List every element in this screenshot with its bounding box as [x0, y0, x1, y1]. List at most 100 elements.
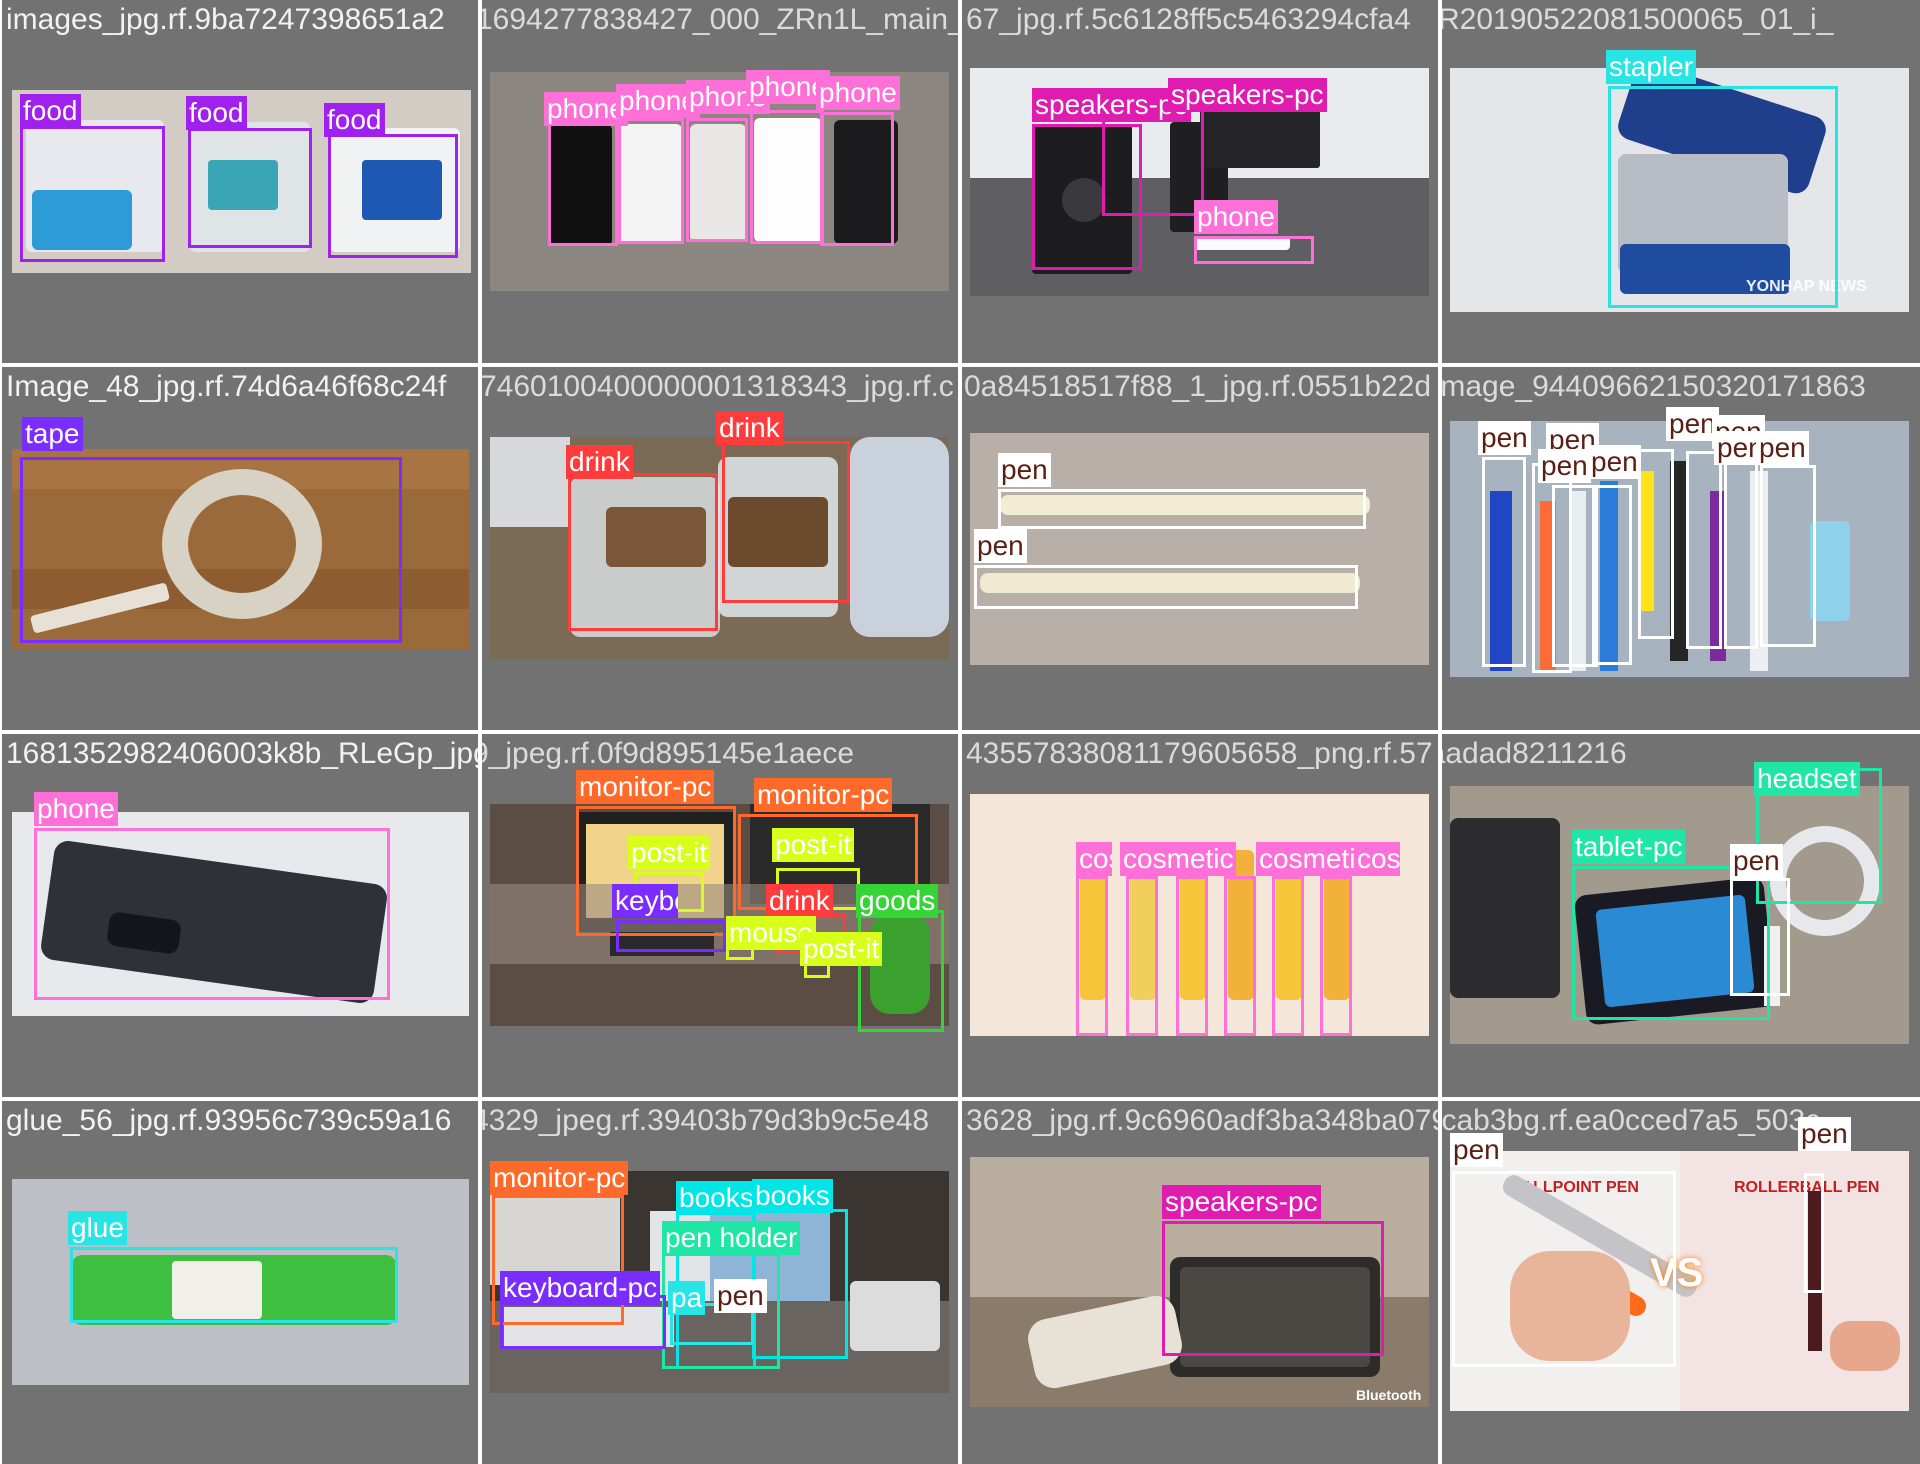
tile-9-title: 1681352982406003k8b_RLeGp_jpg.rf. [6, 737, 478, 770]
bbox [1804, 1173, 1824, 1293]
tile-13-title: glue_56_jpg.rf.93956c739c59a16 [6, 1104, 452, 1137]
bbox-label: post-it [772, 828, 855, 862]
bbox [616, 920, 726, 952]
tile-4: YONHAP NEWS stapler AKR20190522081500065… [1442, 0, 1920, 363]
bbox-label: drink [716, 411, 783, 445]
tile-9: phone 1681352982406003k8b_RLeGp_jpg.rf. [2, 734, 478, 1097]
bbox-label: goods [856, 884, 939, 918]
bbox [188, 128, 312, 248]
tile-13: glue glue_56_jpg.rf.93956c739c59a16 [2, 1101, 478, 1464]
bbox-label: pen [1478, 421, 1531, 455]
tile-8-title: Image_94409662150320171863 [1442, 370, 1866, 403]
tile-14: monitor-pc books books pen holder keyboa… [482, 1101, 958, 1464]
bbox [1638, 449, 1674, 639]
bbox [750, 110, 824, 244]
bbox-label: keyboard [612, 884, 678, 918]
bbox-label: pen [1450, 1133, 1503, 1167]
tile-1: food food food images_jpg.rf.9ba72473986… [2, 0, 478, 363]
bbox-label: monitor-pc [490, 1161, 629, 1195]
tile-8: pen pen pen pen pen pen pen pen Image_94… [1442, 367, 1920, 730]
tile-1-title: images_jpg.rf.9ba7247398651a2 [6, 3, 445, 36]
bbox-label: monitor-pc [576, 770, 715, 804]
tile-10-title: 9_jpeg.rf.0f9d895145e1aece [482, 737, 855, 770]
bbox-label: pen [998, 453, 1051, 487]
bbox-label: pen [1756, 431, 1809, 465]
tile-2-title: 1694277838427_000_ZRn1L_main_jpg.rf [482, 3, 958, 36]
bbox [1272, 876, 1304, 1036]
tile-11: cosmetic cosmetic cosmetic cosmetic 4355… [962, 734, 1438, 1097]
bbox [20, 457, 402, 643]
bbox-label: keyboard-pc [500, 1271, 661, 1305]
tile-7-title: 0a84518517f88_1_jpg.rf.0551b22d [964, 370, 1432, 403]
bbox-label: tablet-pc [1572, 830, 1686, 864]
watermark: Bluetooth [1356, 1387, 1422, 1403]
bbox [1176, 876, 1208, 1036]
tile-11-title: 43557838081179605658_png.rf.57 [966, 737, 1433, 770]
bbox [974, 565, 1358, 609]
tile-4-title: AKR20190522081500065_01_i_ [1442, 3, 1834, 36]
tile-3-title: 67_jpg.rf.5c6128ff5c5463294cfa4 [966, 3, 1411, 36]
bbox-label: pen [1730, 844, 1783, 878]
bbox [1320, 876, 1352, 1036]
bbox [1724, 461, 1758, 649]
tile-14-title: 4329_jpeg.rf.39403b79d3b9c5e48 [482, 1104, 930, 1137]
bbox [1162, 1221, 1384, 1356]
bbox-label: pen [1588, 445, 1641, 479]
bbox [1686, 451, 1722, 649]
bbox-label: glue [68, 1211, 127, 1245]
bbox [820, 112, 894, 246]
bbox-label: drink [766, 884, 833, 918]
bbox-label: pen [1666, 407, 1719, 441]
tile-5: tape Image_48_jpg.rf.74d6a46f68c24f [2, 367, 478, 730]
bbox-label: phone [816, 76, 900, 110]
bbox-label: food [324, 103, 385, 137]
bbox [618, 118, 684, 244]
detection-mosaic: food food food images_jpg.rf.9ba72473986… [0, 0, 1920, 1464]
bbox-label: pen [974, 529, 1027, 563]
bbox-label: pen holder [662, 1221, 801, 1255]
bbox [1076, 876, 1108, 1036]
tile-12-title: 8aadad8211216 [1442, 737, 1627, 770]
bbox [1760, 465, 1816, 647]
bbox-label: phone [1194, 200, 1278, 234]
tile-6-photo [490, 437, 949, 659]
bbox-label: pen [1798, 1117, 1851, 1151]
tile-6: drink drink 7460100400000001318343_jpg.r… [482, 367, 958, 730]
bbox-label: post-it [800, 932, 883, 966]
bbox-label: pen [1538, 449, 1591, 483]
tile-5-title: Image_48_jpg.rf.74d6a46f68c24f [6, 370, 447, 403]
bbox [722, 441, 850, 603]
bbox [1482, 457, 1526, 667]
bbox [20, 126, 165, 262]
bbox [1452, 1171, 1676, 1367]
bbox-label: pen [714, 1279, 767, 1313]
bbox-label: headset [1754, 762, 1860, 796]
bbox-label: books [676, 1181, 757, 1215]
bbox-label: food [20, 94, 81, 128]
bbox-label: post-it [628, 836, 711, 870]
bbox [1608, 86, 1838, 308]
bbox [1224, 876, 1256, 1036]
tile-7: pen pen 0a84518517f88_1_jpg.rf.0551b22d [962, 367, 1438, 730]
bbox-label: speakers-pc [1162, 1185, 1321, 1219]
bbox-label: phone [34, 792, 118, 826]
bbox-label: food [186, 96, 247, 130]
tile-12: headset tablet-pc pen 8aadad8211216 [1442, 734, 1920, 1097]
bbox-label: cosmetic [1354, 842, 1400, 876]
tile-15: Bluetooth speakers-pc 3628_jpg.rf.9c6960… [962, 1101, 1438, 1464]
bbox [1592, 485, 1632, 665]
bbox [34, 828, 390, 1000]
bbox-label: cosmetic [1120, 842, 1237, 876]
bbox [1730, 878, 1790, 996]
tile-16: BALLPOINT PEN ROLLERBALL PEN VS pen pen … [1442, 1101, 1920, 1464]
bbox [568, 473, 718, 631]
bbox-label: tape [22, 417, 83, 451]
bbox-label: speakers-pc [1032, 88, 1191, 122]
bbox [1194, 236, 1314, 264]
bbox-label: drink [566, 445, 633, 479]
bbox [1126, 876, 1158, 1036]
tile-10: monitor-pc monitor-pc post-it post-it ke… [482, 734, 958, 1097]
tile-6-title: 7460100400000001318343_jpg.rf.c [482, 370, 954, 403]
bbox [70, 1247, 398, 1323]
bbox [998, 489, 1366, 529]
